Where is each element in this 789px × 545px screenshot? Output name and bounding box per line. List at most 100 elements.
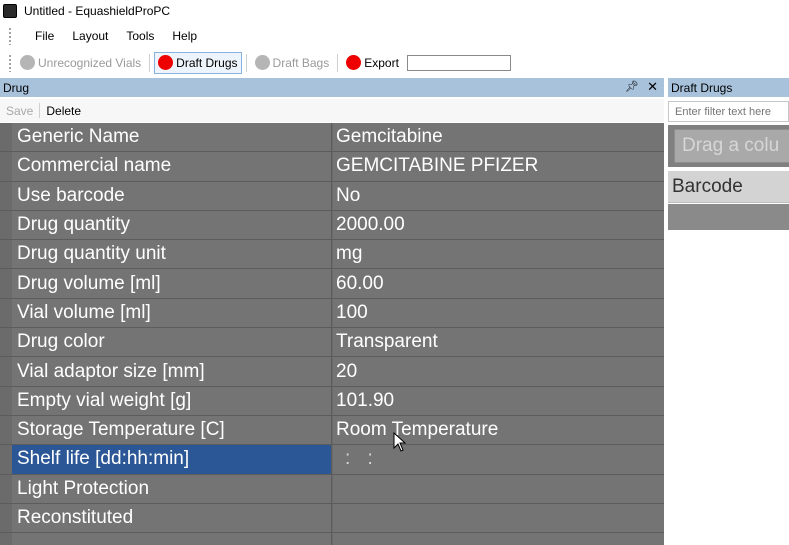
status-dot-icon xyxy=(158,55,174,70)
property-name: Vial adaptor size [mm] xyxy=(12,357,332,386)
row-gutter xyxy=(0,445,12,474)
property-value[interactable]: No xyxy=(333,181,664,210)
property-value[interactable]: 2000.00 xyxy=(333,210,664,240)
row-gutter xyxy=(0,474,12,503)
property-row[interactable]: Light Protection xyxy=(0,474,664,504)
app-icon xyxy=(3,4,17,18)
property-name: Drug quantity unit xyxy=(12,240,332,269)
property-row[interactable]: Reconstituted xyxy=(0,503,664,534)
draft-drugs-button[interactable]: Draft Drugs xyxy=(154,51,242,74)
row-gutter xyxy=(0,269,12,298)
unrecognized-vials-button[interactable]: Unrecognized Vials xyxy=(16,52,145,74)
property-name: Shelf life [dd:hh:min] xyxy=(12,445,332,474)
pin-icon[interactable]: 📌︎ xyxy=(625,80,639,93)
property-row[interactable]: Generic Name Gemcitabine xyxy=(0,123,664,153)
property-name: Vial volume [ml] xyxy=(12,298,332,328)
close-icon[interactable]: ✕ xyxy=(647,79,658,95)
toolbar-grip-icon[interactable] xyxy=(8,53,12,72)
property-name: Drug color xyxy=(12,328,332,357)
drug-panel-toolbar: Save Delete xyxy=(0,99,664,122)
property-row-selected[interactable]: Shelf life [dd:hh:min] : : xyxy=(0,445,664,475)
property-row[interactable]: Empty vial weight [g] 101.90 xyxy=(0,386,664,416)
property-value[interactable]: Transparent xyxy=(333,328,664,357)
row-gutter xyxy=(0,415,12,445)
property-row[interactable]: Drug color Transparent xyxy=(0,328,664,358)
property-name: Empty vial weight [g] xyxy=(12,386,332,415)
window-title: Untitled - EquashieldProPC xyxy=(24,4,171,18)
property-name: Drug volume [ml] xyxy=(12,269,332,298)
table-row[interactable] xyxy=(668,204,789,230)
property-name: Reconstituted xyxy=(12,503,332,533)
save-button[interactable]: Save xyxy=(0,104,39,118)
menu-help[interactable]: Help xyxy=(163,29,206,43)
property-name: Drug quantity xyxy=(12,210,332,240)
property-value[interactable]: Gemcitabine xyxy=(333,123,664,152)
property-value[interactable]: GEMCITABINE PFIZER xyxy=(333,152,664,181)
menu-layout[interactable]: Layout xyxy=(63,29,117,43)
column-header-barcode[interactable]: Barcode xyxy=(668,171,789,203)
property-row[interactable]: Drug volume [ml] 60.00 xyxy=(0,269,664,299)
group-panel: Drag a colu xyxy=(668,125,789,167)
property-name: Storage Temperature [C] xyxy=(12,415,332,445)
row-gutter xyxy=(0,357,12,386)
draft-drugs-panel-title: Draft Drugs xyxy=(671,80,733,95)
group-drop-area[interactable]: Drag a colu xyxy=(674,129,789,163)
menu-bar: File Layout Tools Help xyxy=(0,25,789,47)
property-name xyxy=(12,533,332,545)
property-name: Generic Name xyxy=(12,123,332,152)
property-value[interactable]: mg xyxy=(333,240,664,269)
delete-button[interactable]: Delete xyxy=(40,104,87,118)
property-row[interactable] xyxy=(0,533,664,545)
draft-bags-button[interactable]: Draft Bags xyxy=(251,52,334,74)
toolbar-separator xyxy=(337,53,339,72)
draft-bags-label: Draft Bags xyxy=(272,55,330,70)
property-row[interactable]: Drug quantity 2000.00 xyxy=(0,210,664,241)
property-value[interactable]: 101.90 xyxy=(333,386,664,415)
export-button[interactable]: Export xyxy=(342,52,403,74)
row-gutter xyxy=(0,181,12,210)
property-value[interactable]: Room Temperature xyxy=(333,415,664,445)
grip-handle-icon[interactable] xyxy=(8,27,12,45)
property-name: Commercial name xyxy=(12,152,332,181)
property-value[interactable]: 20 xyxy=(333,357,664,386)
row-gutter xyxy=(0,123,12,152)
draft-drugs-label: Draft Drugs xyxy=(176,55,238,70)
filter-input[interactable] xyxy=(668,101,789,122)
row-gutter xyxy=(0,503,12,533)
row-gutter xyxy=(0,152,12,181)
drug-panel-title: Drug xyxy=(3,80,30,95)
property-row[interactable]: Drug quantity unit mg xyxy=(0,240,664,270)
drug-property-grid: Generic Name Gemcitabine Commercial name… xyxy=(0,123,664,545)
drug-panel-header: Drug 📌︎ ✕ xyxy=(0,78,664,97)
menu-file[interactable]: File xyxy=(26,29,63,43)
property-name: Light Protection xyxy=(12,474,332,503)
shelf-life-input[interactable]: : : xyxy=(333,445,664,474)
draft-drugs-panel: Drag a colu Barcode xyxy=(668,99,789,545)
property-value[interactable]: 100 xyxy=(333,298,664,328)
row-gutter xyxy=(0,328,12,357)
title-bar: Untitled - EquashieldProPC xyxy=(0,0,789,22)
property-value[interactable]: 60.00 xyxy=(333,269,664,298)
property-row[interactable]: Vial volume [ml] 100 xyxy=(0,298,664,329)
row-gutter xyxy=(0,210,12,240)
row-gutter xyxy=(0,533,12,545)
property-value[interactable] xyxy=(333,533,664,545)
status-dot-icon xyxy=(346,55,362,70)
toolbar-separator xyxy=(245,53,247,72)
property-row[interactable]: Use barcode No xyxy=(0,181,664,211)
status-dot-icon xyxy=(254,55,270,70)
menu-tools[interactable]: Tools xyxy=(117,29,163,43)
property-value[interactable] xyxy=(333,474,664,503)
row-gutter xyxy=(0,298,12,328)
unrecognized-vials-label: Unrecognized Vials xyxy=(38,55,142,70)
property-row[interactable]: Vial adaptor size [mm] 20 xyxy=(0,357,664,387)
property-name: Use barcode xyxy=(12,181,332,210)
row-gutter xyxy=(0,386,12,415)
property-row[interactable]: Commercial name GEMCITABINE PFIZER xyxy=(0,152,664,182)
property-row[interactable]: Storage Temperature [C] Room Temperature xyxy=(0,415,664,446)
export-label: Export xyxy=(364,55,399,70)
mouse-cursor-icon xyxy=(393,432,407,452)
property-value[interactable] xyxy=(333,503,664,533)
main-toolbar: Unrecognized Vials Draft Drugs Draft Bag… xyxy=(0,50,789,75)
toolbar-separator xyxy=(149,53,151,72)
